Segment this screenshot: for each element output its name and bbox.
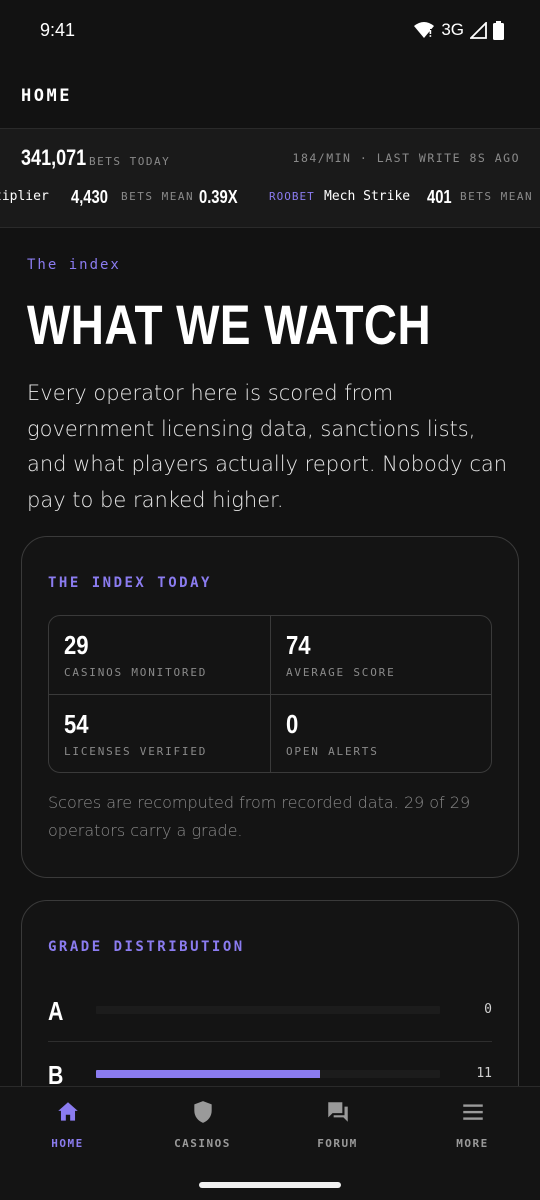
stats-grid: 29 CASINOS MONITORED 74 AVERAGE SCORE 54… [48, 615, 492, 773]
nav-item-home[interactable]: HOME [0, 1087, 135, 1167]
stat-value: 74 [286, 630, 311, 660]
stat-label: LICENSES VERIFIED [64, 745, 208, 758]
nav-label: MORE [456, 1137, 489, 1150]
signal-icon [470, 21, 487, 39]
nav-item-casinos[interactable]: CASINOS [135, 1087, 270, 1167]
network-type: 3G [441, 20, 464, 39]
grade-letter: B [48, 1060, 64, 1086]
intro-text: Every operator here is scored from gover… [27, 381, 508, 512]
status-icons: 3G [413, 20, 504, 40]
ticker-mean-value: 0.39X [199, 187, 238, 207]
grade-count: 11 [476, 1066, 492, 1081]
bets-rate: 184/MIN [292, 151, 352, 165]
live-ticker: 341,071 BETS TODAY 184/MIN · LAST WRITE … [0, 128, 540, 228]
nav-label: FORUM [317, 1137, 358, 1150]
app-header: HOME [0, 64, 540, 128]
index-today-card: THE INDEX TODAY 29 CASINOS MONITORED 74 … [21, 536, 519, 878]
ticker-rate: 184/MIN · LAST WRITE 8S AGO [293, 151, 520, 165]
bets-today-label: BETS TODAY [89, 155, 171, 168]
forum-icon [327, 1102, 348, 1122]
nav-label: CASINOS [174, 1137, 231, 1150]
shield-icon [193, 1101, 212, 1123]
stat-label: AVERAGE SCORE [286, 666, 396, 679]
stat-label: CASINOS MONITORED [64, 666, 208, 679]
ticker-summary: 341,071 BETS TODAY 184/MIN · LAST WRITE … [21, 145, 520, 173]
grade-distribution-card: GRADE DISTRIBUTION A 0 B 11 [21, 900, 519, 1086]
stat-licenses-verified: 54 LICENSES VERIFIED [49, 694, 270, 772]
scores-note: Scores are recomputed from recorded data… [48, 793, 471, 840]
page-title: WHAT WE WATCH [27, 293, 432, 356]
ticker-row: tiplier 4,430 BETS MEAN 0.39X ROOBET Mec… [0, 184, 540, 210]
page-header-title: HOME [21, 86, 72, 106]
ticker-bets-label: BETS MEAN [121, 190, 195, 203]
stat-casinos-monitored: 29 CASINOS MONITORED [49, 616, 270, 694]
stat-label: OPEN ALERTS [286, 745, 379, 758]
ticker-game-name: Mech Strike [324, 189, 411, 204]
ticker-operator: ROOBET [269, 190, 315, 203]
nav-item-more[interactable]: MORE [405, 1087, 540, 1167]
grade-bar-fill [96, 1070, 320, 1078]
grade-row-b: B 11 [48, 1042, 492, 1086]
card-title: GRADE DISTRIBUTION [48, 939, 245, 955]
ticker-bet-count: 4,430 [71, 187, 108, 207]
rate-separator: · [359, 151, 369, 165]
grade-bar-track [96, 1006, 440, 1014]
stat-value: 54 [64, 709, 89, 739]
nav-label: HOME [51, 1137, 84, 1150]
grade-row-a: A 0 [48, 978, 492, 1042]
nav-item-forum[interactable]: FORUM [270, 1087, 405, 1167]
ticker-bet-count: 401 [427, 187, 452, 207]
grade-count: 0 [484, 1002, 492, 1017]
home-indicator[interactable] [199, 1182, 341, 1188]
menu-icon [462, 1104, 483, 1120]
ticker-game-name: tiplier [0, 189, 49, 204]
stat-value: 29 [64, 630, 89, 660]
ticker-bets-label: BETS MEAN [460, 190, 534, 203]
home-icon [57, 1102, 78, 1121]
section-eyebrow: The index [27, 257, 121, 273]
stat-open-alerts: 0 OPEN ALERTS [270, 694, 491, 772]
grade-bar-track [96, 1070, 440, 1078]
bets-today-count: 341,071 [21, 145, 87, 170]
stat-average-score: 74 AVERAGE SCORE [270, 616, 491, 694]
grade-letter: A [48, 996, 64, 1026]
wifi-icon [414, 22, 435, 38]
main-content[interactable]: The index WHAT WE WATCH Every operator h… [0, 228, 540, 1086]
card-title: THE INDEX TODAY [48, 575, 212, 591]
battery-icon [493, 20, 504, 40]
stat-value: 0 [286, 709, 299, 739]
last-write: LAST WRITE 8S AGO [376, 151, 520, 165]
status-time: 9:41 [40, 20, 76, 40]
status-bar: 9:41 3G [0, 0, 540, 64]
